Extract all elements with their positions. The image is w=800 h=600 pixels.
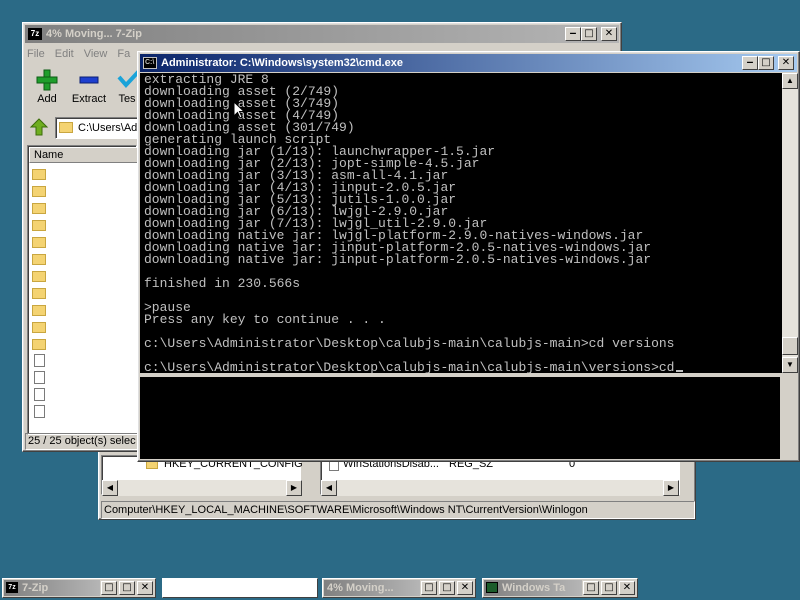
taskbar-item-label: 7-Zip [22, 582, 49, 594]
text-cursor [675, 370, 683, 372]
console-empty-area [140, 377, 780, 459]
zip-titlebar[interactable]: 7z 4% Moving... 7-Zip [25, 25, 619, 43]
menu-favorites[interactable]: Fa [117, 48, 130, 60]
test-button[interactable]: Tes [115, 67, 139, 111]
scroll-up-button[interactable]: ▲ [782, 73, 798, 89]
add-label: Add [37, 93, 57, 105]
file-icon[interactable] [34, 405, 45, 418]
restore-button[interactable]: □ [583, 581, 599, 595]
folder-icon[interactable] [32, 220, 46, 231]
file-icon[interactable] [34, 371, 45, 384]
extract-button[interactable]: Extract [67, 67, 111, 111]
test-label: Tes [118, 93, 136, 105]
7zip-app-icon: 7z [6, 582, 18, 593]
folder-icon[interactable] [32, 254, 46, 265]
cmd-title: Administrator: C:\Windows\system32\cmd.e… [161, 57, 403, 69]
file-icon[interactable] [34, 354, 45, 367]
close-button[interactable]: ✕ [457, 581, 473, 595]
console-app-icon: C:\ [143, 57, 157, 69]
7zip-app-icon: 7z [28, 28, 42, 40]
scroll-left-button[interactable]: ◀ [321, 480, 337, 496]
horizontal-scrollbar[interactable] [337, 480, 663, 496]
console-line: c:\Users\Administrator\Desktop\calubjs-m… [144, 336, 675, 351]
up-folder-button[interactable] [29, 117, 51, 139]
address-bar[interactable]: C:\Users\Ad [55, 117, 145, 139]
folder-icon[interactable] [32, 271, 46, 282]
task-manager-icon [486, 582, 498, 593]
maximize-button[interactable]: □ [439, 581, 455, 595]
console-line: finished in 230.566s [144, 276, 301, 291]
menu-edit[interactable]: Edit [55, 48, 74, 60]
regedit-status-path: Computer\HKEY_LOCAL_MACHINE\SOFTWARE\Mic… [104, 504, 588, 516]
add-button[interactable]: Add [29, 67, 65, 111]
console-vertical-scrollbar[interactable]: ▲ ▼ [782, 73, 798, 373]
check-icon [117, 69, 139, 88]
restore-button[interactable]: □ [758, 56, 774, 70]
restore-button[interactable]: □ [421, 581, 437, 595]
folder-icon[interactable] [32, 169, 46, 180]
console-line: Press any key to continue . . . [144, 312, 386, 327]
folder-icon[interactable] [32, 237, 46, 248]
close-button[interactable]: ✕ [137, 581, 153, 595]
close-button[interactable]: ✕ [601, 27, 617, 41]
console-line: c:\Users\Administrator\Desktop\calubjs-m… [144, 361, 782, 373]
cmd-titlebar[interactable]: C:\ Administrator: C:\Windows\system32\c… [140, 54, 797, 72]
minus-icon [79, 76, 99, 84]
restore-button[interactable]: □ [101, 581, 117, 595]
taskbar-item-label: 4% Moving... [327, 582, 394, 594]
zip-menubar: File Edit View Fa [27, 45, 130, 63]
scroll-left-button[interactable]: ◀ [102, 480, 118, 496]
minimize-button[interactable]: ‒ [742, 56, 758, 70]
taskbar-item-7zip[interactable]: 7z 7-Zip □ □ ✕ [2, 578, 156, 598]
folder-icon[interactable] [32, 203, 46, 214]
folder-icon[interactable] [32, 288, 46, 299]
up-arrow-icon [29, 118, 49, 136]
mouse-cursor-icon [233, 101, 245, 119]
plus-icon [36, 69, 58, 91]
maximize-button[interactable]: □ [601, 581, 617, 595]
close-button[interactable]: ✕ [619, 581, 635, 595]
close-button[interactable]: ✕ [778, 56, 794, 70]
folder-icon[interactable] [32, 305, 46, 316]
taskbar-item-moving[interactable]: 4% Moving... □ □ ✕ [322, 578, 476, 598]
column-name-label: Name [34, 149, 64, 161]
column-header-name[interactable]: Name [29, 147, 139, 163]
extract-label: Extract [71, 93, 107, 105]
address-text[interactable]: C:\Users\Ad [78, 122, 137, 134]
menu-view[interactable]: View [84, 48, 108, 60]
restore-button[interactable]: □ [581, 27, 597, 41]
horizontal-scrollbar[interactable] [118, 480, 286, 496]
file-list[interactable]: Name [27, 145, 139, 435]
folder-icon [59, 122, 73, 133]
taskbar-item-title: 4% Moving... [324, 580, 420, 596]
folder-icon[interactable] [32, 322, 46, 333]
file-icon[interactable] [34, 388, 45, 401]
taskbar-item-blank[interactable] [162, 578, 318, 598]
regedit-statusbar: Computer\HKEY_LOCAL_MACHINE\SOFTWARE\Mic… [101, 501, 695, 519]
zip-statusbar: 25 / 25 object(s) selec [25, 433, 145, 450]
scroll-right-button[interactable]: ▶ [663, 480, 679, 496]
zip-status-text: 25 / 25 object(s) selec [28, 435, 136, 447]
taskbar-item-task-manager[interactable]: Windows Ta □ □ ✕ [482, 578, 638, 598]
scroll-right-button[interactable]: ▶ [286, 480, 302, 496]
maximize-button[interactable]: □ [119, 581, 135, 595]
scroll-down-button[interactable]: ▼ [782, 357, 798, 373]
taskbar-item-title: 7z 7-Zip [4, 580, 100, 596]
taskbar-item-title: Windows Ta [484, 580, 582, 596]
folder-icon[interactable] [32, 186, 46, 197]
zip-title: 4% Moving... 7-Zip [46, 28, 142, 40]
scrollbar-thumb[interactable] [782, 337, 798, 355]
minimize-button[interactable]: ‒ [565, 27, 581, 41]
menu-file[interactable]: File [27, 48, 45, 60]
taskbar-item-label: Windows Ta [502, 582, 566, 594]
folder-icon[interactable] [32, 339, 46, 350]
console-line: downloading native jar: jinput-platform-… [144, 252, 652, 267]
